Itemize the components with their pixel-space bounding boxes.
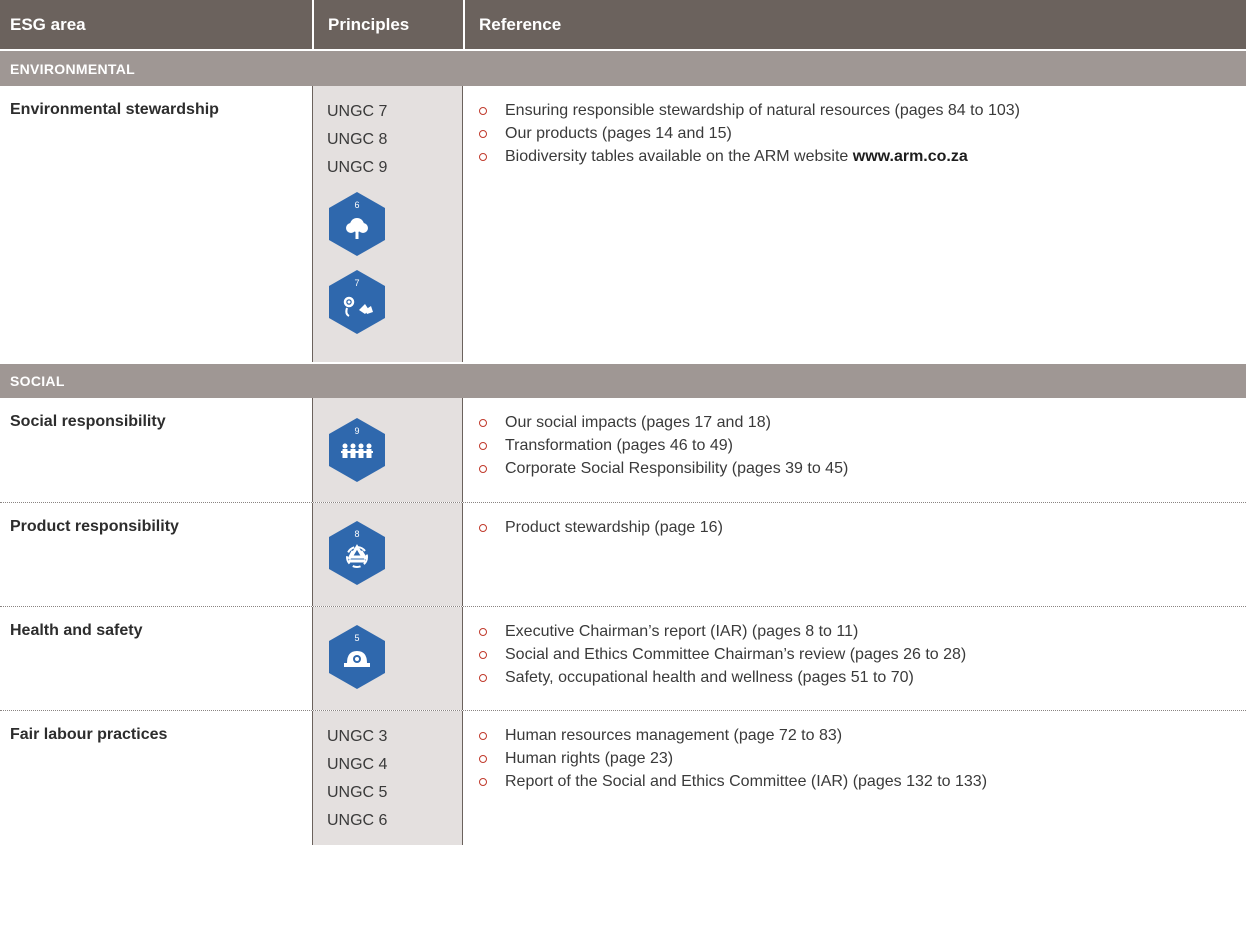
row-principles: 8 (312, 503, 463, 606)
reference-list: Ensuring responsible stewardship of natu… (477, 86, 1246, 168)
badge-tree: 6 (329, 192, 462, 256)
row-references: Our social impacts (pages 17 and 18) Tra… (463, 398, 1246, 502)
reference-item: Human resources management (page 72 to 8… (477, 724, 1246, 747)
reference-item: Biodiversity tables available on the ARM… (477, 145, 1246, 168)
badge-safety: 5 (329, 625, 462, 689)
table-header: ESG area Principles Reference (0, 0, 1246, 49)
principle-label: UNGC 3 (327, 728, 388, 745)
row-area: Product responsibility (10, 518, 179, 535)
reference-list: Our social impacts (pages 17 and 18) Tra… (477, 398, 1246, 480)
principle-label: UNGC 9 (327, 159, 388, 176)
esg-table: ESG area Principles Reference ENVIRONMEN… (0, 0, 1246, 845)
reference-item: Our social impacts (pages 17 and 18) (477, 411, 1246, 434)
recycle-icon: 8 (329, 521, 385, 585)
reference-item: Corporate Social Responsibility (pages 3… (477, 457, 1246, 480)
reference-list: Executive Chairman’s report (IAR) (pages… (477, 607, 1246, 689)
reference-item: Report of the Social and Ethics Committe… (477, 770, 1246, 793)
community-icon: 9 (329, 418, 385, 482)
row-area: Fair labour practices (10, 726, 168, 743)
website-link[interactable]: www.arm.co.za (853, 148, 968, 165)
badge-number: 7 (354, 278, 359, 288)
row-principles: UNGC 3 UNGC 4 UNGC 5 UNGC 6 (312, 711, 463, 845)
row-references: Executive Chairman’s report (IAR) (pages… (463, 607, 1246, 710)
badge-recycle: 8 (329, 521, 462, 585)
badge-number: 6 (354, 200, 359, 210)
header-principles: Principles (312, 0, 463, 49)
row-references: Human resources management (page 72 to 8… (463, 711, 1246, 845)
reference-list: Human resources management (page 72 to 8… (477, 711, 1246, 793)
reference-item: Executive Chairman’s report (IAR) (pages… (477, 620, 1246, 643)
reference-item: Social and Ethics Committee Chairman’s r… (477, 643, 1246, 666)
badge-community: 9 (329, 418, 462, 482)
reference-item: Transformation (pages 46 to 49) (477, 434, 1246, 457)
principle-label: UNGC 4 (327, 756, 388, 773)
badge-number: 9 (354, 426, 359, 436)
reference-item: Safety, occupational health and wellness… (477, 666, 1246, 689)
reference-text: Biodiversity tables available on the ARM… (505, 148, 849, 165)
principle-label: UNGC 6 (327, 812, 388, 829)
tree-icon: 6 (329, 192, 385, 256)
reference-item: Our products (pages 14 and 15) (477, 122, 1246, 145)
row-area: Social responsibility (10, 413, 166, 430)
reference-item: Ensuring responsible stewardship of natu… (477, 99, 1246, 122)
principle-label: UNGC 7 (327, 103, 388, 120)
row-area: Environmental stewardship (10, 101, 219, 118)
badge-biodiversity: 7 (329, 270, 462, 334)
principle-label: UNGC 5 (327, 784, 388, 801)
section-environmental: ENVIRONMENTAL (0, 49, 1246, 86)
principle-label: UNGC 8 (327, 131, 388, 148)
row-principles: 9 (312, 398, 463, 502)
table-row: Health and safety 5 Executive Chairman’s… (0, 606, 1246, 710)
reference-item: Human rights (page 23) (477, 747, 1246, 770)
row-references: Product stewardship (page 16) (463, 503, 1246, 606)
badge-number: 8 (354, 529, 359, 539)
hard-hat-icon: 5 (329, 625, 385, 689)
table-row: Environmental stewardship UNGC 7 UNGC 8 … (0, 86, 1246, 362)
row-principles: UNGC 7 UNGC 8 UNGC 9 6 7 (312, 86, 463, 362)
reference-list: Product stewardship (page 16) (477, 503, 1246, 539)
badge-number: 5 (354, 633, 359, 643)
row-principles: 5 (312, 607, 463, 710)
table-row: Fair labour practices UNGC 3 UNGC 4 UNGC… (0, 710, 1246, 845)
flower-butterfly-icon: 7 (329, 270, 385, 334)
table-row: Social responsibility 9 Our social impac… (0, 398, 1246, 502)
reference-item: Product stewardship (page 16) (477, 516, 1246, 539)
row-area: Health and safety (10, 622, 143, 639)
header-esg-area: ESG area (10, 14, 86, 34)
section-social: SOCIAL (0, 362, 1246, 398)
header-reference: Reference (463, 0, 1246, 49)
row-references: Ensuring responsible stewardship of natu… (463, 86, 1246, 362)
table-row: Product responsibility 8 Product steward… (0, 502, 1246, 606)
